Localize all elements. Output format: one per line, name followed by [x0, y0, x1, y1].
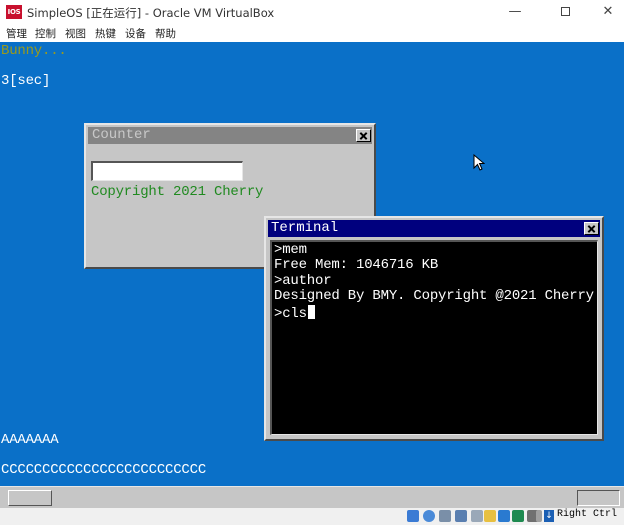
host-key-label: Right Ctrl — [557, 509, 618, 520]
menu-control[interactable]: 控制 — [35, 26, 56, 41]
text-cursor-icon — [307, 305, 315, 319]
counter-titlebar[interactable]: Counter — [88, 127, 372, 144]
guest-tray — [577, 490, 620, 506]
terminal-title: Terminal — [271, 220, 339, 236]
host-key-icon: ↓ — [544, 510, 554, 522]
guest-start-button[interactable] — [8, 490, 52, 506]
terminal-line: >author — [274, 273, 332, 289]
menu-hotkeys[interactable]: 热键 — [95, 26, 116, 41]
vm-statusbar: ↓ Right Ctrl — [0, 508, 624, 525]
maximize-icon — [560, 7, 570, 16]
window-title: SimpleOS [正在运行] - Oracle VM VirtualBox — [27, 6, 275, 20]
hard-disk-icon[interactable] — [407, 510, 419, 522]
counter-copyright: Copyright 2021 Cherry — [91, 184, 264, 200]
menubar: 管理 控制 视图 热键 设备 帮助 — [0, 24, 624, 42]
menu-devices[interactable]: 设备 — [125, 26, 146, 41]
terminal-line: >mem — [274, 242, 307, 258]
terminal-close-button[interactable] — [584, 222, 599, 235]
terminal-titlebar[interactable]: Terminal — [268, 220, 600, 237]
display-icon[interactable] — [498, 510, 510, 522]
terminal-line: Free Mem: 1046716 KB — [274, 257, 439, 273]
audio-icon[interactable] — [439, 510, 451, 522]
guest-bunny-text: Bunny... — [1, 43, 67, 59]
menu-manage[interactable]: 管理 — [6, 26, 27, 41]
usb-icon[interactable] — [471, 510, 483, 522]
terminal-output[interactable]: >mem Free Mem: 1046716 KB >author Design… — [270, 240, 598, 435]
mouse-pointer-icon — [473, 154, 485, 171]
virtualbox-app-icon: IOS — [6, 5, 22, 19]
guest-seconds-text: 3[sec] — [1, 73, 51, 89]
counter-title: Counter — [92, 127, 151, 143]
shared-folder-icon[interactable] — [484, 510, 496, 522]
menu-help[interactable]: 帮助 — [155, 26, 176, 41]
terminal-line: Designed By BMY. Copyright @2021 Cherry — [274, 288, 594, 304]
video-capture-icon[interactable] — [512, 510, 524, 522]
mouse-integration-icon[interactable] — [536, 510, 542, 522]
guest-screen[interactable]: Bunny... 3[sec] Counter Copyright 2021 C… — [0, 42, 624, 486]
terminal-prompt-line[interactable]: >cls — [274, 305, 315, 322]
terminal-command: >cls — [274, 306, 307, 322]
maximize-button[interactable] — [543, 0, 587, 24]
close-window-button[interactable]: ✕ — [586, 0, 624, 24]
counter-input[interactable] — [91, 161, 243, 181]
guest-row-c: CCCCCCCCCCCCCCCCCCCCCCCCC — [1, 462, 207, 478]
guest-row-a: AAAAAAA — [1, 432, 59, 448]
window-titlebar[interactable]: IOS SimpleOS [正在运行] - Oracle VM VirtualB… — [0, 0, 624, 24]
minimize-button[interactable]: — — [493, 0, 537, 24]
terminal-window[interactable]: Terminal >mem Free Mem: 1046716 KB >auth… — [264, 216, 604, 441]
network-icon[interactable] — [455, 510, 467, 522]
guest-taskbar — [0, 486, 624, 508]
optical-drive-icon[interactable] — [423, 510, 435, 522]
menu-view[interactable]: 视图 — [65, 26, 86, 41]
counter-close-button[interactable] — [356, 129, 371, 142]
